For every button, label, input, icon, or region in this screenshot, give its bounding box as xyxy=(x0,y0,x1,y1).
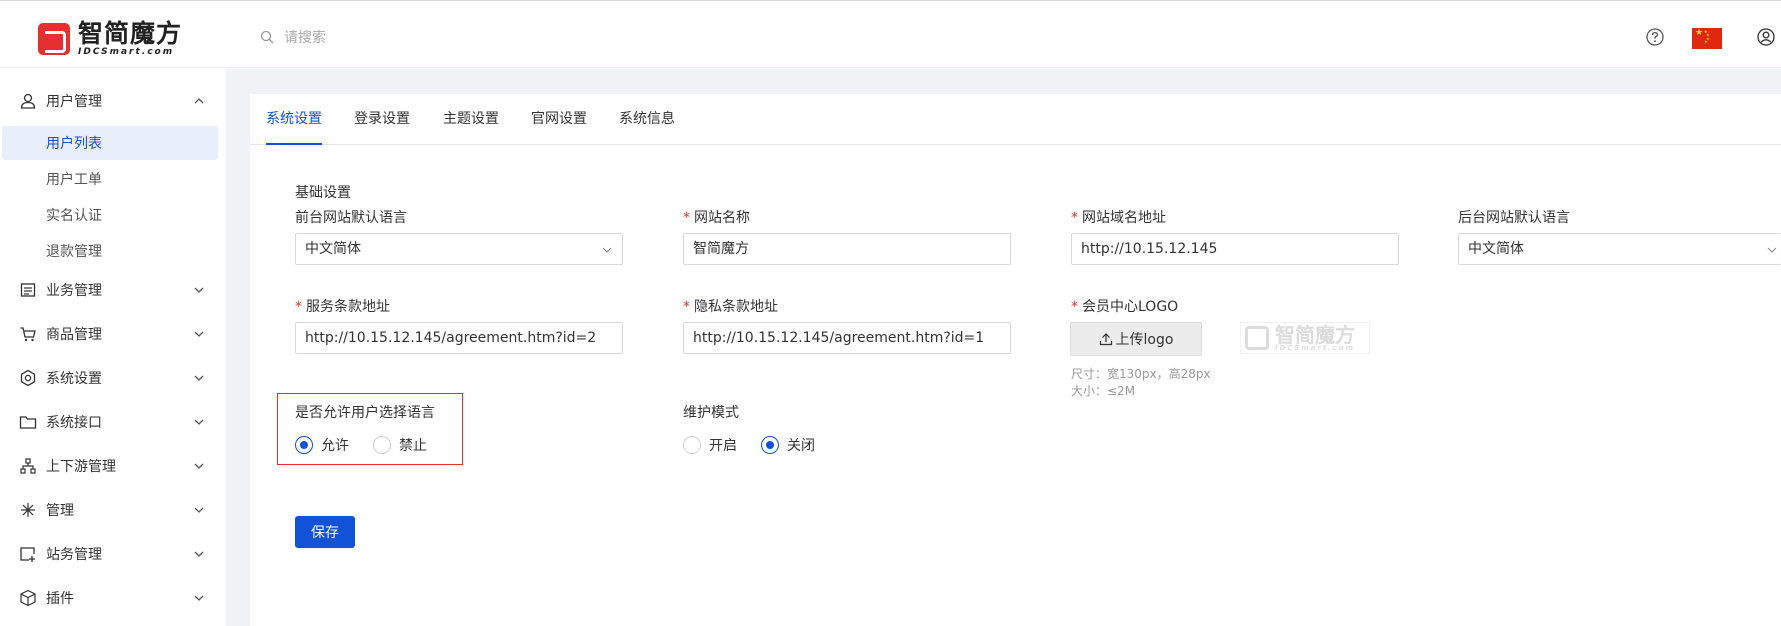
privacy-url-label: * 隐私条款地址 xyxy=(683,299,778,315)
search-input[interactable]: 请搜索 xyxy=(284,27,326,47)
radio-circle xyxy=(373,436,391,454)
terms-url-label: * 服务条款地址 xyxy=(295,299,390,315)
tab-theme-settings[interactable]: 主题设置 xyxy=(443,94,499,145)
sidebar-group-label: 用户管理 xyxy=(46,94,102,110)
list-icon xyxy=(20,283,36,297)
sidebar-item-user-list[interactable]: 用户列表 xyxy=(2,126,218,160)
gear-icon xyxy=(20,369,36,387)
site-domain-input[interactable]: http://10.15.12.145 xyxy=(1071,233,1399,265)
sidebar-item-refund-management[interactable]: 退款管理 xyxy=(2,234,218,268)
sidebar-group-label: 站务管理 xyxy=(46,547,102,563)
maintenance-label: 维护模式 xyxy=(683,405,739,421)
radio-circle xyxy=(683,436,701,454)
sidebar-group-plugins[interactable]: 插件 xyxy=(0,580,226,616)
logo-text-en: IDCSmart.com xyxy=(78,47,175,57)
sidebar-group-product-management[interactable]: 商品管理 xyxy=(0,316,226,352)
section-title: 基础设置 xyxy=(295,185,351,201)
chevron-down-icon xyxy=(194,331,204,337)
sidebar-item-user-tickets[interactable]: 用户工单 xyxy=(2,162,218,196)
sidebar-group-system-settings[interactable]: 系统设置 xyxy=(0,360,226,396)
required-mark: * xyxy=(1071,210,1078,226)
front-lang-label: 前台网站默认语言 xyxy=(295,210,407,226)
sidebar-group-system-interface[interactable]: 系统接口 xyxy=(0,404,226,440)
sparkle-icon xyxy=(21,503,35,517)
sidebar-group-management[interactable]: 管理 xyxy=(0,492,226,528)
tab-bar: 系统设置 登录设置 主题设置 官网设置 系统信息 xyxy=(250,94,1781,145)
site-name-label: * 网站名称 xyxy=(683,210,750,226)
chevron-down-icon xyxy=(194,419,204,425)
maintenance-radio-on[interactable]: 开启 xyxy=(683,435,737,455)
sidebar-group-label: 系统设置 xyxy=(46,371,102,387)
allow-lang-label: 是否允许用户选择语言 xyxy=(295,405,435,421)
sidebar-group-upstream-downstream[interactable]: 上下游管理 xyxy=(0,448,226,484)
sidebar-group-user-management[interactable]: 用户管理 xyxy=(0,83,226,119)
sidebar-group-site-management[interactable]: 站务管理 xyxy=(0,536,226,572)
search-box[interactable]: 请搜索 xyxy=(260,27,326,47)
logo-mark-icon xyxy=(38,23,70,55)
radio-circle xyxy=(761,436,779,454)
required-mark: * xyxy=(683,210,690,226)
radio-circle xyxy=(295,436,313,454)
help-icon[interactable] xyxy=(1645,27,1665,47)
search-icon xyxy=(260,30,274,44)
privacy-url-input[interactable]: http://10.15.12.145/agreement.htm?id=1 xyxy=(683,322,1011,354)
allow-lang-radio-deny[interactable]: 禁止 xyxy=(373,435,427,455)
logo-text-cn: 智简魔方 xyxy=(78,19,183,48)
chevron-down-icon xyxy=(602,247,612,253)
folder-icon xyxy=(19,416,37,429)
logo-filesize-hint: 大小：≤2M xyxy=(1071,384,1136,398)
sidebar: 用户管理 用户列表 用户工单 实名认证 退款管理 业务管理 商品管理 系统设置 … xyxy=(0,69,226,626)
maintenance-radio-off[interactable]: 关闭 xyxy=(761,435,815,455)
site-icon xyxy=(20,547,35,562)
sidebar-group-label: 管理 xyxy=(46,503,74,519)
required-mark: * xyxy=(683,299,690,315)
required-mark: * xyxy=(1071,299,1078,315)
chevron-up-icon xyxy=(194,98,204,104)
cube-icon xyxy=(20,589,36,607)
logo-preview: 智简魔方 IDCSmart.com xyxy=(1240,322,1370,354)
member-logo-label: * 会员中心LOGO xyxy=(1071,299,1179,315)
tab-website-settings[interactable]: 官网设置 xyxy=(531,94,587,145)
chevron-down-icon xyxy=(194,551,204,557)
sidebar-group-label: 系统接口 xyxy=(46,415,102,431)
chevron-down-icon xyxy=(194,463,204,469)
logo-size-hint: 尺寸：宽130px，高28px xyxy=(1071,367,1211,381)
site-domain-label: * 网站域名地址 xyxy=(1071,210,1166,226)
hierarchy-icon xyxy=(20,458,36,474)
terms-url-input[interactable]: http://10.15.12.145/agreement.htm?id=2 xyxy=(295,322,623,354)
tab-system-info[interactable]: 系统信息 xyxy=(619,94,675,145)
cart-icon xyxy=(20,327,36,342)
upload-logo-button[interactable]: 上传logo xyxy=(1070,322,1202,356)
required-mark: * xyxy=(295,299,302,315)
user-icon xyxy=(20,93,36,109)
front-lang-select[interactable]: 中文简体 xyxy=(295,233,623,265)
chevron-down-icon xyxy=(194,507,204,513)
user-account-icon[interactable] xyxy=(1756,27,1776,47)
tab-system-settings[interactable]: 系统设置 xyxy=(266,94,322,145)
chevron-down-icon xyxy=(194,595,204,601)
sidebar-item-real-name-auth[interactable]: 实名认证 xyxy=(2,198,218,232)
tab-login-settings[interactable]: 登录设置 xyxy=(354,94,410,145)
chevron-down-icon xyxy=(194,375,204,381)
save-button[interactable]: 保存 xyxy=(295,516,355,548)
sidebar-group-business-management[interactable]: 业务管理 xyxy=(0,272,226,308)
logo-preview-mark-icon xyxy=(1245,326,1269,350)
admin-lang-select[interactable]: 中文简体 xyxy=(1458,233,1781,265)
upload-icon xyxy=(1099,333,1112,346)
sidebar-group-label: 上下游管理 xyxy=(46,459,116,475)
admin-lang-label: 后台网站默认语言 xyxy=(1458,210,1570,226)
top-bar: 智简魔方 IDCSmart.com 请搜索 ★ ★ ★ ★ ★ xyxy=(0,0,1781,68)
brand-logo[interactable]: 智简魔方 IDCSmart.com xyxy=(38,19,182,59)
sidebar-group-label: 插件 xyxy=(46,591,74,607)
chevron-down-icon xyxy=(1767,247,1777,253)
sidebar-group-label: 商品管理 xyxy=(46,327,102,343)
site-name-input[interactable]: 智简魔方 xyxy=(683,233,1011,265)
chevron-down-icon xyxy=(194,287,204,293)
sidebar-group-label: 业务管理 xyxy=(46,283,102,299)
allow-lang-radio-allow[interactable]: 允许 xyxy=(295,435,349,455)
flag-cn-icon[interactable]: ★ ★ ★ ★ ★ xyxy=(1692,28,1722,49)
settings-card: 系统设置 登录设置 主题设置 官网设置 系统信息 xyxy=(250,94,1781,626)
